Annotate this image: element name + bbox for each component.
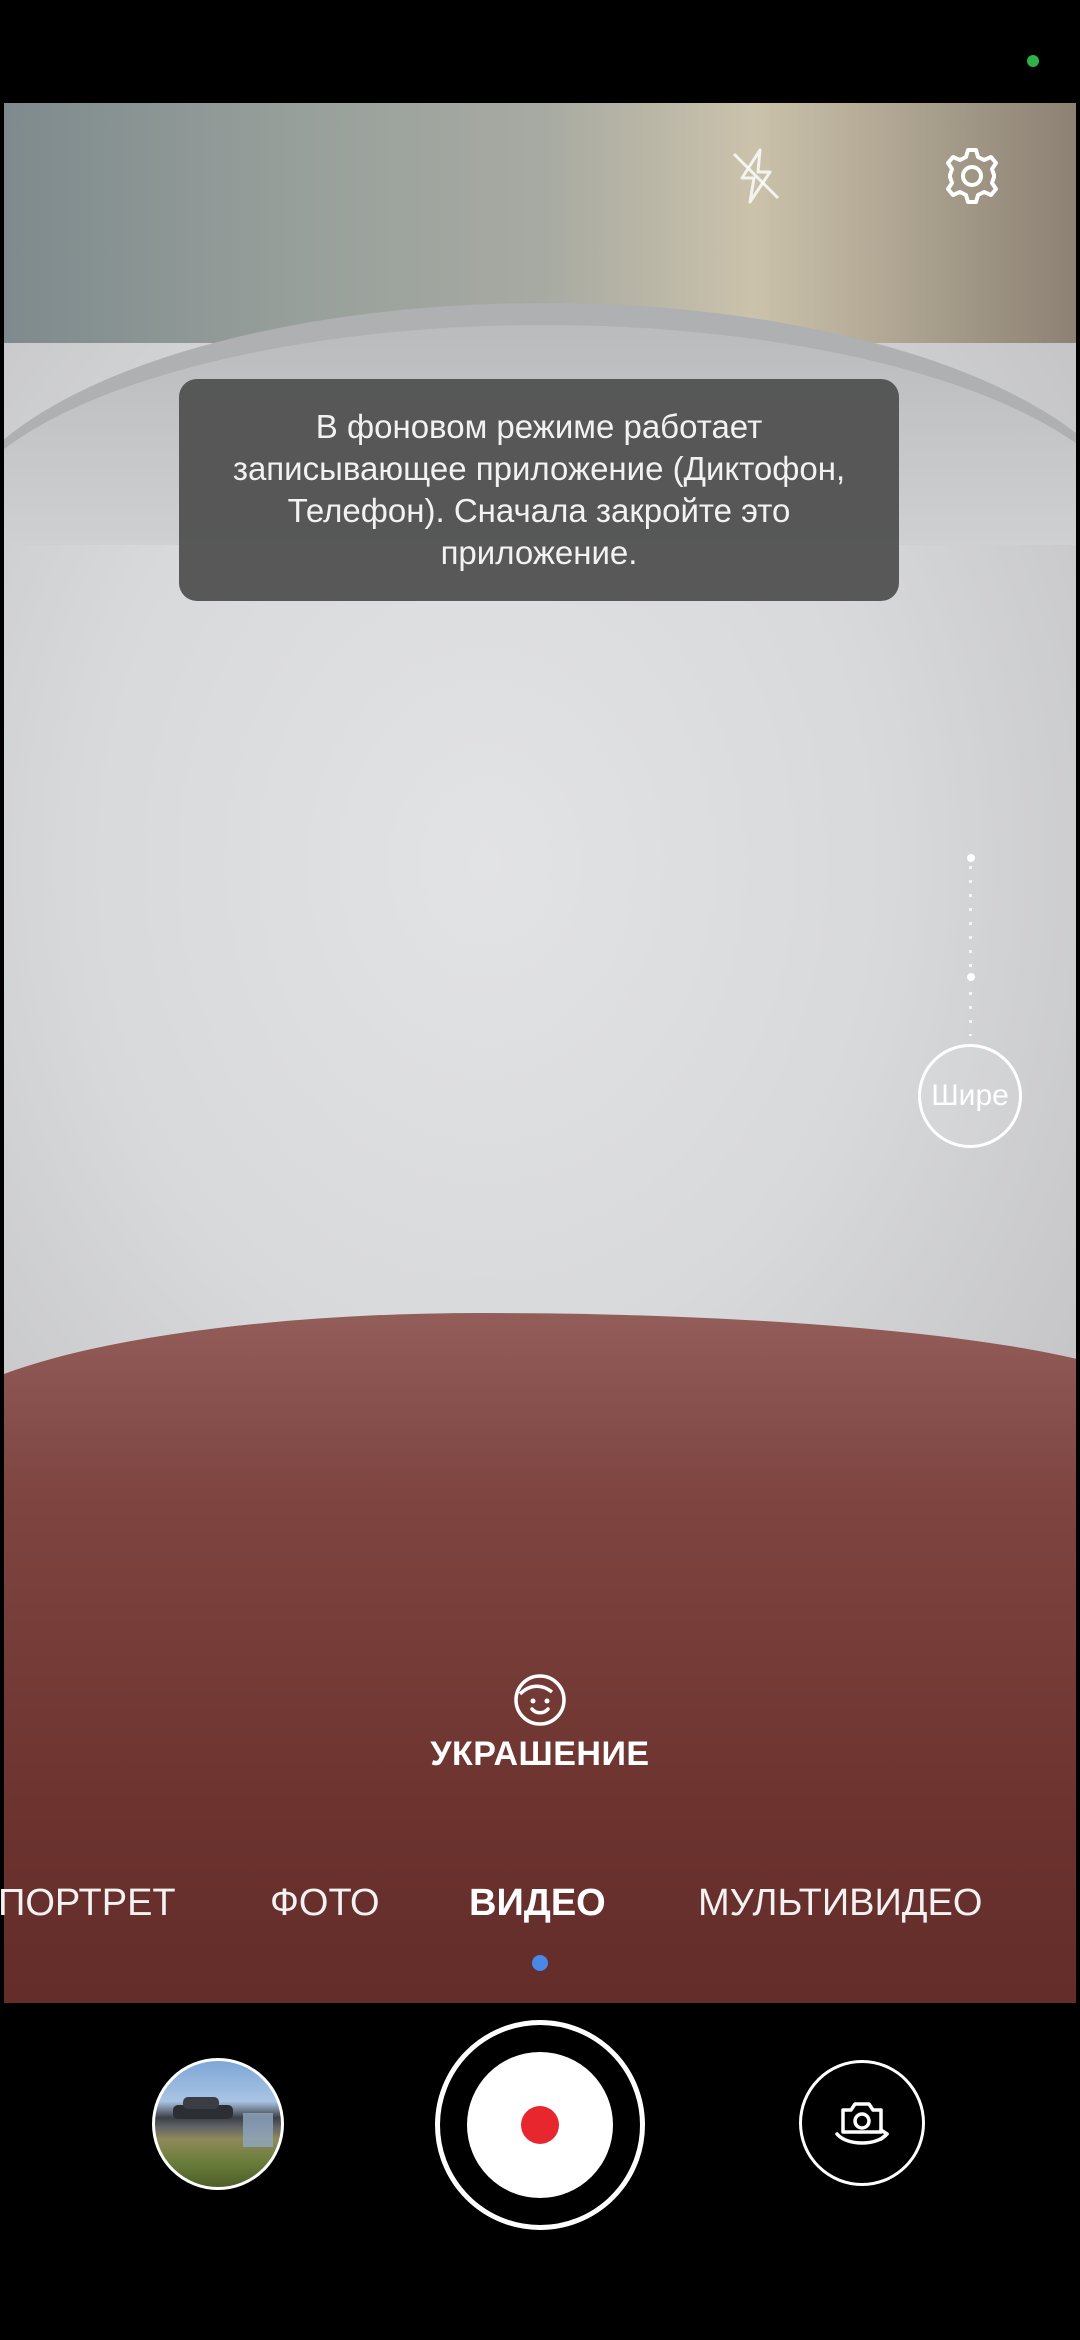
face-beauty-icon[interactable] (512, 1672, 568, 1728)
record-button[interactable] (435, 2020, 645, 2230)
zoom-level-dot-bottom (967, 973, 975, 981)
camera-mode-selector[interactable]: ПОРТРЕТ ФОТО ВИДЕО МУЛЬТИВИДЕО (0, 1882, 1080, 1942)
active-mode-indicator (532, 1955, 548, 1971)
flash-off-icon[interactable] (726, 146, 786, 206)
mode-video[interactable]: ВИДЕО (469, 1882, 606, 1925)
status-indicator-dot (1027, 55, 1039, 67)
gallery-thumbnail[interactable] (152, 2058, 284, 2190)
mode-multivideo[interactable]: МУЛЬТИВИДЕО (698, 1882, 982, 1925)
record-dot (521, 2106, 559, 2144)
record-button-inner (467, 2052, 613, 2198)
zoom-wide-label: Шире (931, 1079, 1009, 1112)
mode-portrait[interactable]: ПОРТРЕТ (0, 1882, 176, 1925)
background-recording-toast: В фоновом режиме работает записывающее п… (179, 379, 899, 601)
gear-icon[interactable] (940, 144, 1004, 208)
zoom-level-dot-top (967, 854, 975, 862)
switch-camera-icon (835, 2102, 889, 2145)
beauty-label[interactable]: УКРАШЕНИЕ (390, 1735, 690, 1774)
zoom-track[interactable] (969, 866, 972, 1036)
switch-camera-button[interactable] (799, 2060, 925, 2186)
zoom-wide-button[interactable]: Шире (918, 1044, 1022, 1148)
mode-photo[interactable]: ФОТО (270, 1882, 380, 1925)
toast-message: В фоновом режиме работает записывающее п… (232, 408, 846, 571)
